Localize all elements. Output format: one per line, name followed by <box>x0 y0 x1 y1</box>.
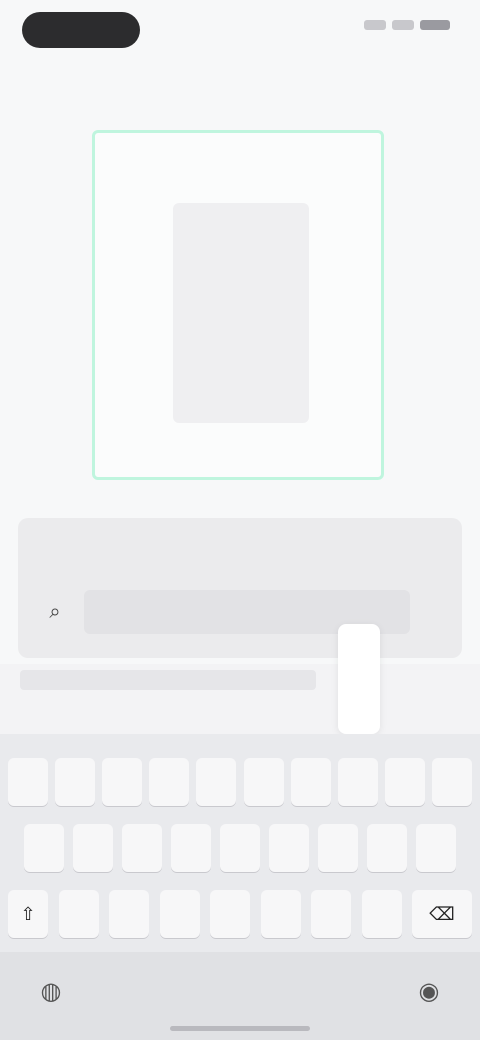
keyboard-key[interactable] <box>109 890 149 938</box>
status-icons <box>364 20 450 30</box>
keyboard-key[interactable] <box>337 758 378 806</box>
keyboard-bottom-bar: ◍ ◉ <box>0 952 480 1040</box>
keyboard-key[interactable] <box>416 824 456 872</box>
microphone-icon[interactable]: ◉ <box>412 974 446 1008</box>
keyboard-row-2 <box>24 824 456 872</box>
globe-icon[interactable]: ◍ <box>34 974 68 1008</box>
keyboard-row-1 <box>8 758 472 806</box>
search-row: ⌕ <box>38 588 442 636</box>
keyboard-key[interactable] <box>290 758 331 806</box>
scanner-frame <box>92 130 384 480</box>
keyboard-key[interactable] <box>220 824 260 872</box>
panel-action-button[interactable] <box>422 592 442 632</box>
keyboard-key[interactable] <box>367 824 407 872</box>
keyboard-row-3: ⇧ ⌫ <box>8 890 472 938</box>
keyboard-key[interactable] <box>311 890 351 938</box>
keyboard-key[interactable] <box>55 758 96 806</box>
keyboard-key[interactable] <box>318 824 358 872</box>
keyboard-key[interactable] <box>102 758 143 806</box>
keyboard-key[interactable] <box>243 758 284 806</box>
key-preview-popup <box>338 624 380 734</box>
keyboard-key[interactable] <box>159 890 200 938</box>
keyboard-key[interactable] <box>8 758 48 806</box>
wifi-icon <box>392 20 414 30</box>
signal-icon <box>364 20 386 30</box>
backspace-key[interactable]: ⌫ <box>412 890 472 938</box>
keyboard-key[interactable] <box>269 824 309 872</box>
keyboard-key[interactable] <box>149 758 190 806</box>
keyboard-suggestion-bar <box>0 664 480 734</box>
status-time-pill <box>22 12 140 48</box>
scanned-card-preview <box>173 203 309 423</box>
keyboard-key[interactable] <box>260 890 301 938</box>
battery-icon <box>420 20 450 30</box>
keyboard-key[interactable] <box>431 758 472 806</box>
keyboard-key[interactable] <box>196 758 237 806</box>
search-panel: ⌕ <box>18 518 462 658</box>
keyboard-key[interactable] <box>24 824 64 872</box>
search-icon[interactable]: ⌕ <box>38 595 72 629</box>
shift-key[interactable]: ⇧ <box>8 890 48 938</box>
home-indicator[interactable] <box>170 1026 310 1031</box>
keyboard-key[interactable] <box>384 758 425 806</box>
keyboard-key[interactable] <box>361 890 402 938</box>
keyboard-key[interactable] <box>210 890 250 938</box>
keyboard-key[interactable] <box>122 824 162 872</box>
keyboard-key[interactable] <box>58 890 99 938</box>
suggestion-strip <box>20 670 316 690</box>
keyboard-key[interactable] <box>171 824 211 872</box>
keyboard-key[interactable] <box>73 824 113 872</box>
